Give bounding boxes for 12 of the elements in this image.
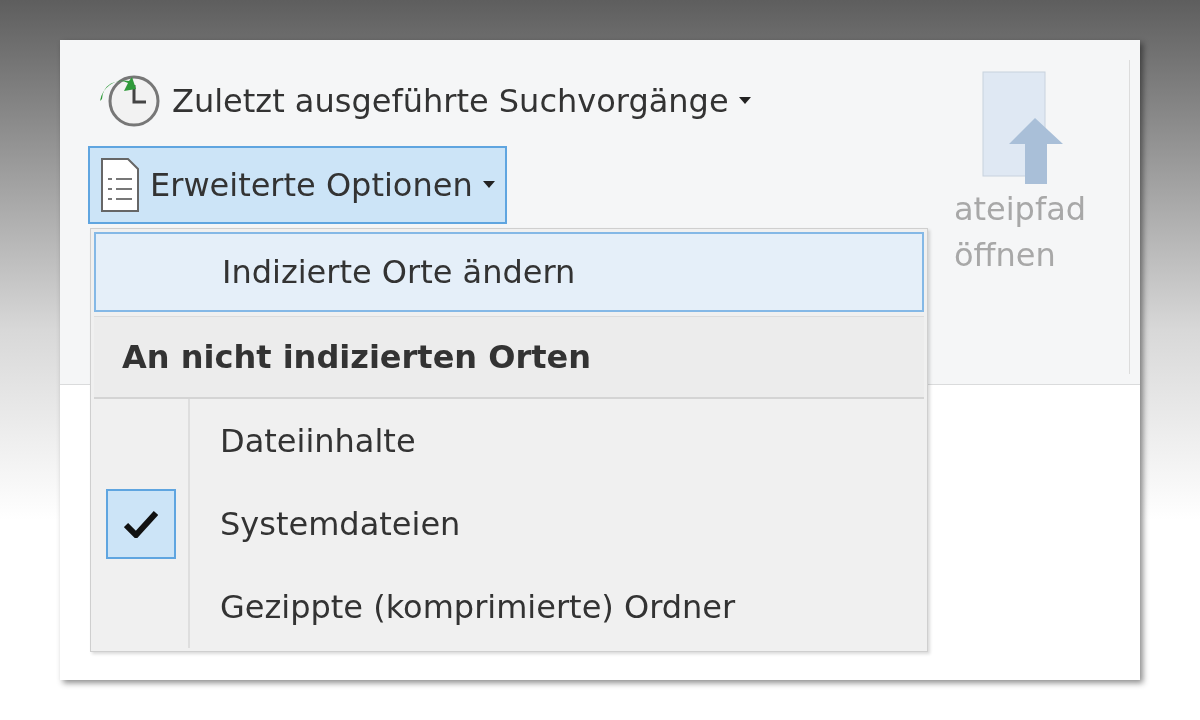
document-list-icon: [100, 157, 140, 213]
menu-section-header: An nicht indizierten Orten: [94, 316, 924, 399]
menu-item[interactable]: Dateiinhalte: [94, 399, 924, 482]
clock-icon: [100, 73, 162, 129]
menu-item[interactable]: Gezippte (komprimierte) Ordner: [94, 565, 924, 648]
menu-item[interactable]: Systemdateien: [94, 482, 924, 565]
checkmark-icon: [124, 509, 158, 538]
menu-item[interactable]: Indizierte Orte ändern: [94, 232, 924, 312]
caret-icon: [482, 181, 495, 189]
recent-searches-button[interactable]: Zuletzt ausgeführte Suchvorgänge: [88, 62, 763, 140]
caret-icon: [738, 97, 751, 105]
advanced-options-button[interactable]: Erweiterte Optionen: [88, 146, 507, 224]
